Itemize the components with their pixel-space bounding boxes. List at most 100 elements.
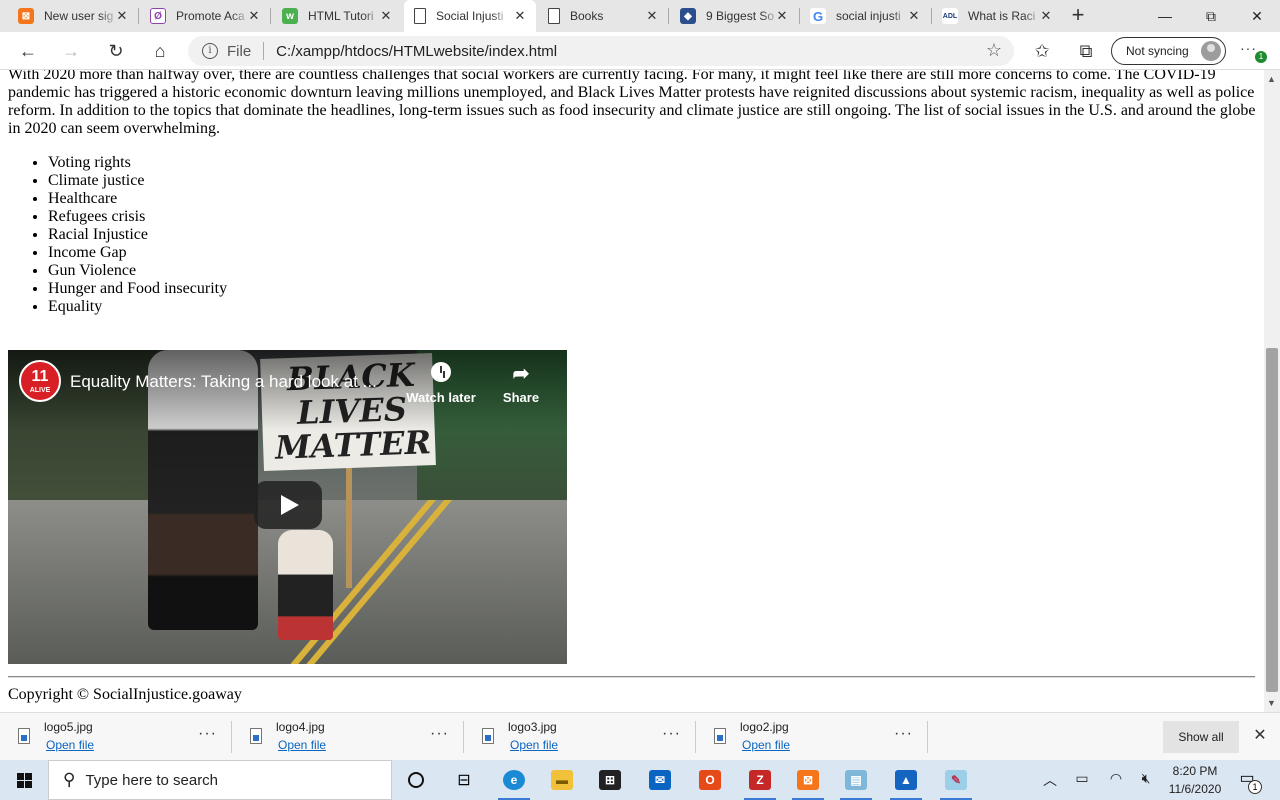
browser-toolbar: ← → ↻ ⌂ i File C:/xampp/htdocs/HTMLwebsi… (0, 32, 1280, 70)
close-icon[interactable]: ✕ (1038, 8, 1054, 24)
profile-sync-button[interactable]: Not syncing (1111, 37, 1226, 65)
download-item[interactable]: logo5.jpg Open file ··· (0, 713, 232, 761)
collections-icon[interactable]: ⧉ (1072, 37, 1100, 65)
filezilla-icon[interactable]: Z (740, 764, 780, 800)
star-icon[interactable]: ☆ (986, 40, 1002, 61)
more-options-icon[interactable]: ··· (894, 725, 913, 743)
tab-divider (270, 8, 271, 24)
open-file-link[interactable]: Open file (742, 738, 790, 752)
tab-title: Books (570, 9, 604, 23)
tab-0[interactable]: ⊠ New user sig ✕ (8, 0, 138, 32)
search-placeholder: Type here to search (85, 771, 219, 789)
issues-list: Voting rights Climate justice Healthcare… (48, 154, 227, 316)
shield-icon: ◆ (680, 8, 696, 24)
watch-later-label: Watch later (406, 390, 476, 405)
info-icon[interactable]: i (202, 43, 218, 59)
tab-2[interactable]: w HTML Tutori ✕ (272, 0, 402, 32)
share-label: Share (502, 390, 540, 405)
back-button[interactable]: ← (14, 37, 42, 65)
start-button[interactable] (0, 760, 48, 800)
minimize-button[interactable]: — (1142, 0, 1188, 32)
tab-title: New user sig (44, 9, 114, 23)
notepad-icon[interactable]: ▤ (836, 764, 876, 800)
video-scene-sign-pole (346, 468, 352, 588)
page-icon (548, 8, 560, 24)
office-icon[interactable]: O (690, 764, 730, 796)
notification-center-icon[interactable]: ▭ 1 (1236, 768, 1262, 794)
download-item[interactable]: logo3.jpg Open file ··· (464, 713, 696, 761)
file-explorer-icon[interactable]: ▬ (542, 764, 582, 796)
task-view-icon[interactable]: ⊟ (444, 764, 484, 796)
more-options-icon[interactable]: ··· (662, 725, 681, 743)
more-options-icon[interactable]: ··· (430, 725, 449, 743)
tab-strip: ⊠ New user sig ✕ Ø Promote Aca ✕ w HTML … (0, 0, 1280, 32)
close-icon[interactable]: ✕ (114, 8, 130, 24)
vertical-scrollbar[interactable]: ▲ ▼ (1264, 70, 1280, 712)
taskbar-search-box[interactable]: ⚲ Type here to search (48, 760, 392, 800)
close-icon[interactable]: ✕ (644, 8, 660, 24)
new-tab-button[interactable]: + (1066, 4, 1090, 28)
forward-button[interactable]: → (57, 37, 85, 65)
close-icon[interactable]: ✕ (1250, 725, 1270, 745)
share-icon: ➦ (512, 363, 530, 385)
paint-icon[interactable]: ✎ (936, 764, 976, 800)
tab-1[interactable]: Ø Promote Aca ✕ (140, 0, 270, 32)
tab-5[interactable]: ◆ 9 Biggest So ✕ (670, 0, 798, 32)
scroll-up-icon[interactable]: ▲ (1267, 74, 1276, 84)
photos-icon[interactable]: ▲ (886, 764, 926, 800)
home-button[interactable]: ⌂ (146, 37, 174, 65)
tab-7[interactable]: ADL What is Raci ✕ (932, 0, 1062, 32)
restore-button[interactable]: ⧉ (1188, 0, 1234, 32)
close-icon[interactable]: ✕ (906, 8, 922, 24)
image-file-icon (250, 728, 262, 744)
close-icon[interactable]: ✕ (378, 8, 394, 24)
download-item[interactable]: logo4.jpg Open file ··· (232, 713, 464, 761)
promote-icon: Ø (150, 8, 166, 24)
address-url[interactable]: C:/xampp/htdocs/HTMLwebsite/index.html (276, 43, 557, 60)
open-file-link[interactable]: Open file (46, 738, 94, 752)
more-menu-icon[interactable]: ··· (1240, 40, 1257, 56)
sync-label: Not syncing (1126, 44, 1189, 58)
refresh-button[interactable]: ↻ (102, 37, 130, 65)
download-item[interactable]: logo2.jpg Open file ··· (696, 713, 928, 761)
show-all-button[interactable]: Show all (1163, 721, 1239, 753)
channel-logo[interactable]: 11 ALIVE (19, 360, 61, 402)
list-item: Racial Injustice (48, 226, 227, 244)
favorites-icon[interactable]: ✩ (1028, 37, 1056, 65)
xampp-icon[interactable]: ⊠ (788, 764, 828, 800)
download-divider (927, 721, 928, 753)
edge-icon[interactable]: e (494, 764, 534, 800)
store-icon[interactable]: ⊞ (590, 764, 630, 796)
video-scene-child (278, 530, 333, 640)
mail-icon[interactable]: ✉ (640, 764, 680, 796)
cortana-icon[interactable] (396, 764, 436, 796)
close-icon[interactable]: ✕ (246, 8, 262, 24)
open-file-link[interactable]: Open file (510, 738, 558, 752)
tab-6[interactable]: G social injusti ✕ (800, 0, 930, 32)
battery-icon[interactable]: ▭ (1070, 770, 1094, 787)
image-file-icon (714, 728, 726, 744)
window-close-button[interactable]: ✕ (1234, 0, 1280, 32)
footer-divider (8, 676, 1255, 678)
video-title[interactable]: Equality Matters: Taking a hard look at … (70, 372, 377, 392)
share-button[interactable]: ➦ Share (486, 362, 556, 405)
chevron-up-icon[interactable]: ︿ (1038, 770, 1062, 790)
taskbar-clock[interactable]: 8:20 PM 11/6/2020 (1160, 762, 1230, 798)
wifi-icon[interactable]: ◠ (1104, 770, 1128, 787)
more-options-icon[interactable]: ··· (198, 725, 217, 743)
play-button[interactable] (254, 481, 322, 529)
address-divider (263, 42, 265, 60)
scroll-down-icon[interactable]: ▼ (1267, 698, 1276, 708)
tab-3-active[interactable]: Social Injusti ✕ (404, 0, 536, 32)
address-bar[interactable]: i File C:/xampp/htdocs/HTMLwebsite/index… (188, 36, 1014, 66)
volume-muted-icon[interactable]: 🔇︎ (1134, 770, 1158, 787)
clock-time: 8:20 PM (1172, 764, 1218, 778)
tab-4[interactable]: Books ✕ (538, 0, 668, 32)
scrollbar-thumb[interactable] (1266, 348, 1278, 692)
open-file-link[interactable]: Open file (278, 738, 326, 752)
close-icon[interactable]: ✕ (774, 8, 790, 24)
youtube-embed[interactable]: BLACK LIVES MATTER 11 ALIVE Equality Mat… (8, 350, 567, 664)
xampp-icon: ⊠ (18, 8, 34, 24)
close-icon[interactable]: ✕ (512, 8, 528, 24)
watch-later-button[interactable]: Watch later (406, 362, 476, 405)
